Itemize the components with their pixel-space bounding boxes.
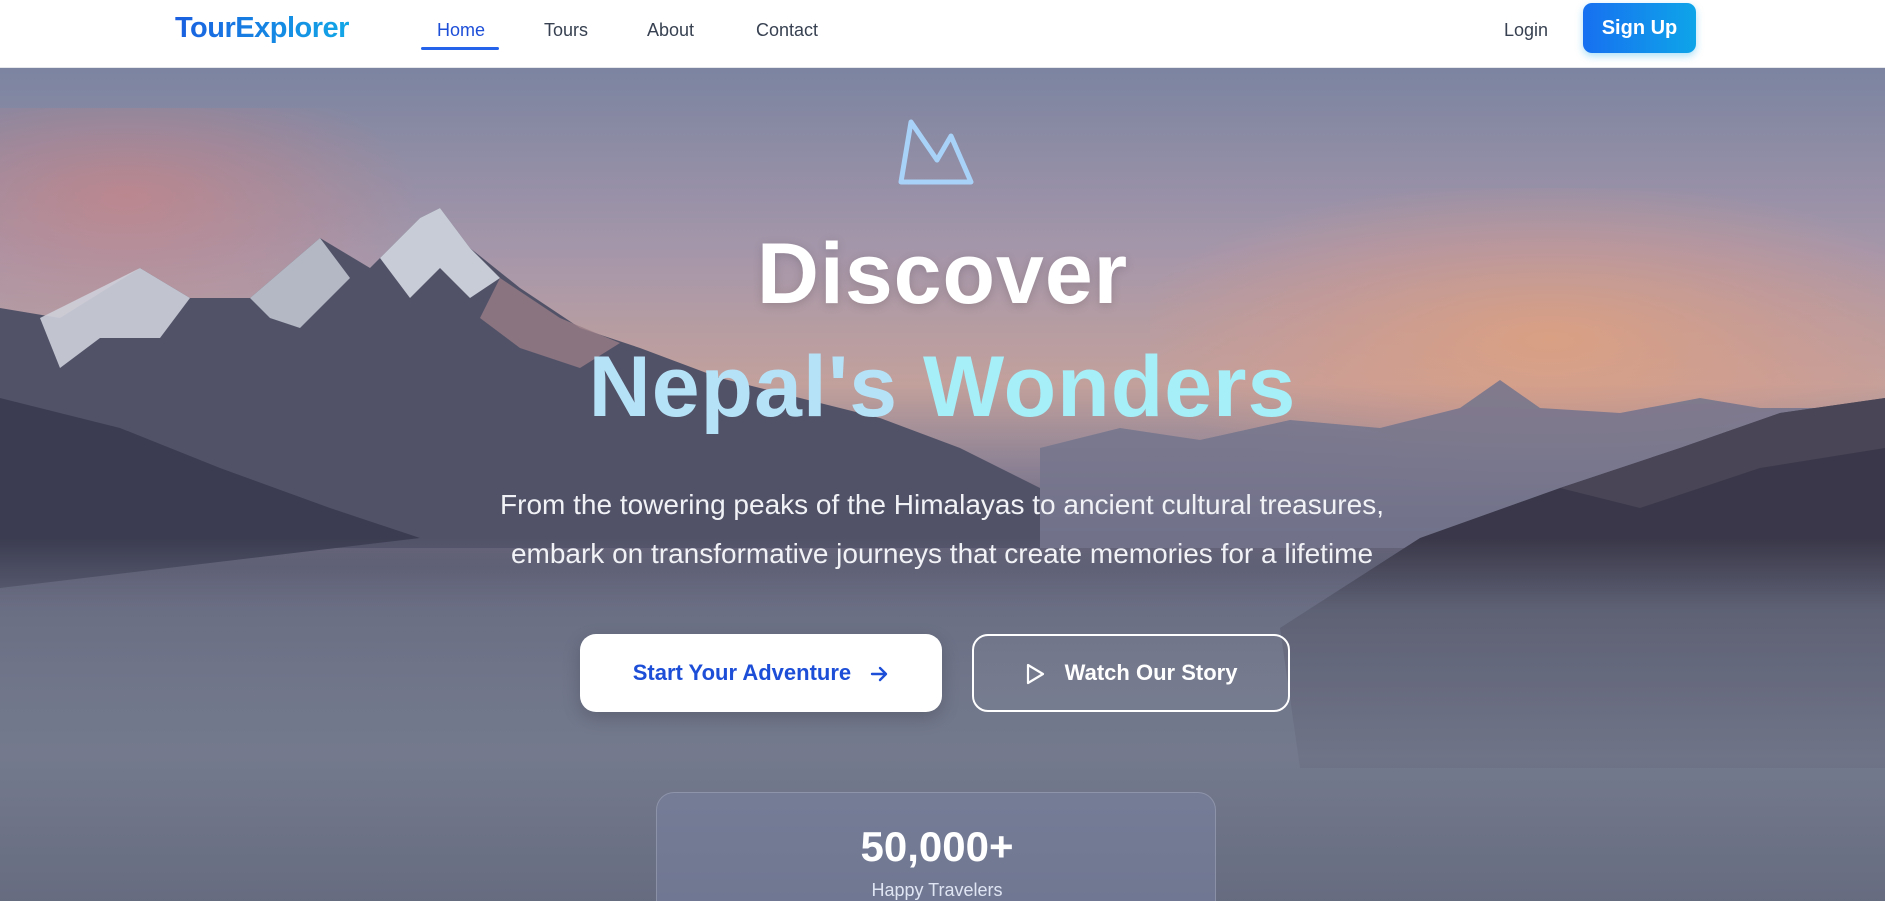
headline-word-wonders: Wonders (923, 339, 1297, 435)
nav-active-indicator (421, 47, 499, 50)
signup-button[interactable]: Sign Up (1583, 3, 1696, 53)
nav-link-about[interactable]: About (647, 18, 694, 50)
watch-story-button[interactable]: Watch Our Story (972, 634, 1290, 712)
stat-label-travelers: Happy Travelers (871, 880, 1003, 900)
arrow-right-icon (871, 666, 888, 682)
hero-subtext: From the towering peaks of the Himalayas… (442, 480, 1442, 578)
play-icon (1026, 664, 1044, 685)
nav-link-tours[interactable]: Tours (544, 18, 588, 50)
nav-link-home[interactable]: Home (437, 18, 485, 50)
hero-subtext-line1: From the towering peaks of the Himalayas… (500, 489, 1384, 520)
mountain-icon (898, 119, 974, 185)
navbar: TourExplorer Home Tours About Contact Lo… (0, 0, 1885, 68)
start-adventure-button[interactable]: Start Your Adventure (580, 634, 942, 712)
login-link[interactable]: Login (1504, 18, 1548, 42)
nav-link-contact[interactable]: Contact (756, 18, 818, 50)
brand-logo[interactable]: TourExplorer (175, 12, 349, 45)
headline-word-nepals: Nepal's (588, 339, 899, 435)
stat-value-travelers: 50,000+ (860, 823, 1014, 870)
hero-headline-line1: Discover (756, 226, 1129, 322)
hero-subtext-line2: embark on transformative journeys that c… (510, 538, 1374, 569)
hero-headline-line2: Nepal's Wonders (0, 338, 1885, 437)
start-adventure-label: Start Your Adventure (632, 660, 852, 685)
stats-card: 50,000+ Happy Travelers (656, 792, 1216, 901)
hero-section: Discover Nepal's Wonders From the toweri… (0, 68, 1885, 901)
watch-story-label: Watch Our Story (1064, 660, 1238, 685)
